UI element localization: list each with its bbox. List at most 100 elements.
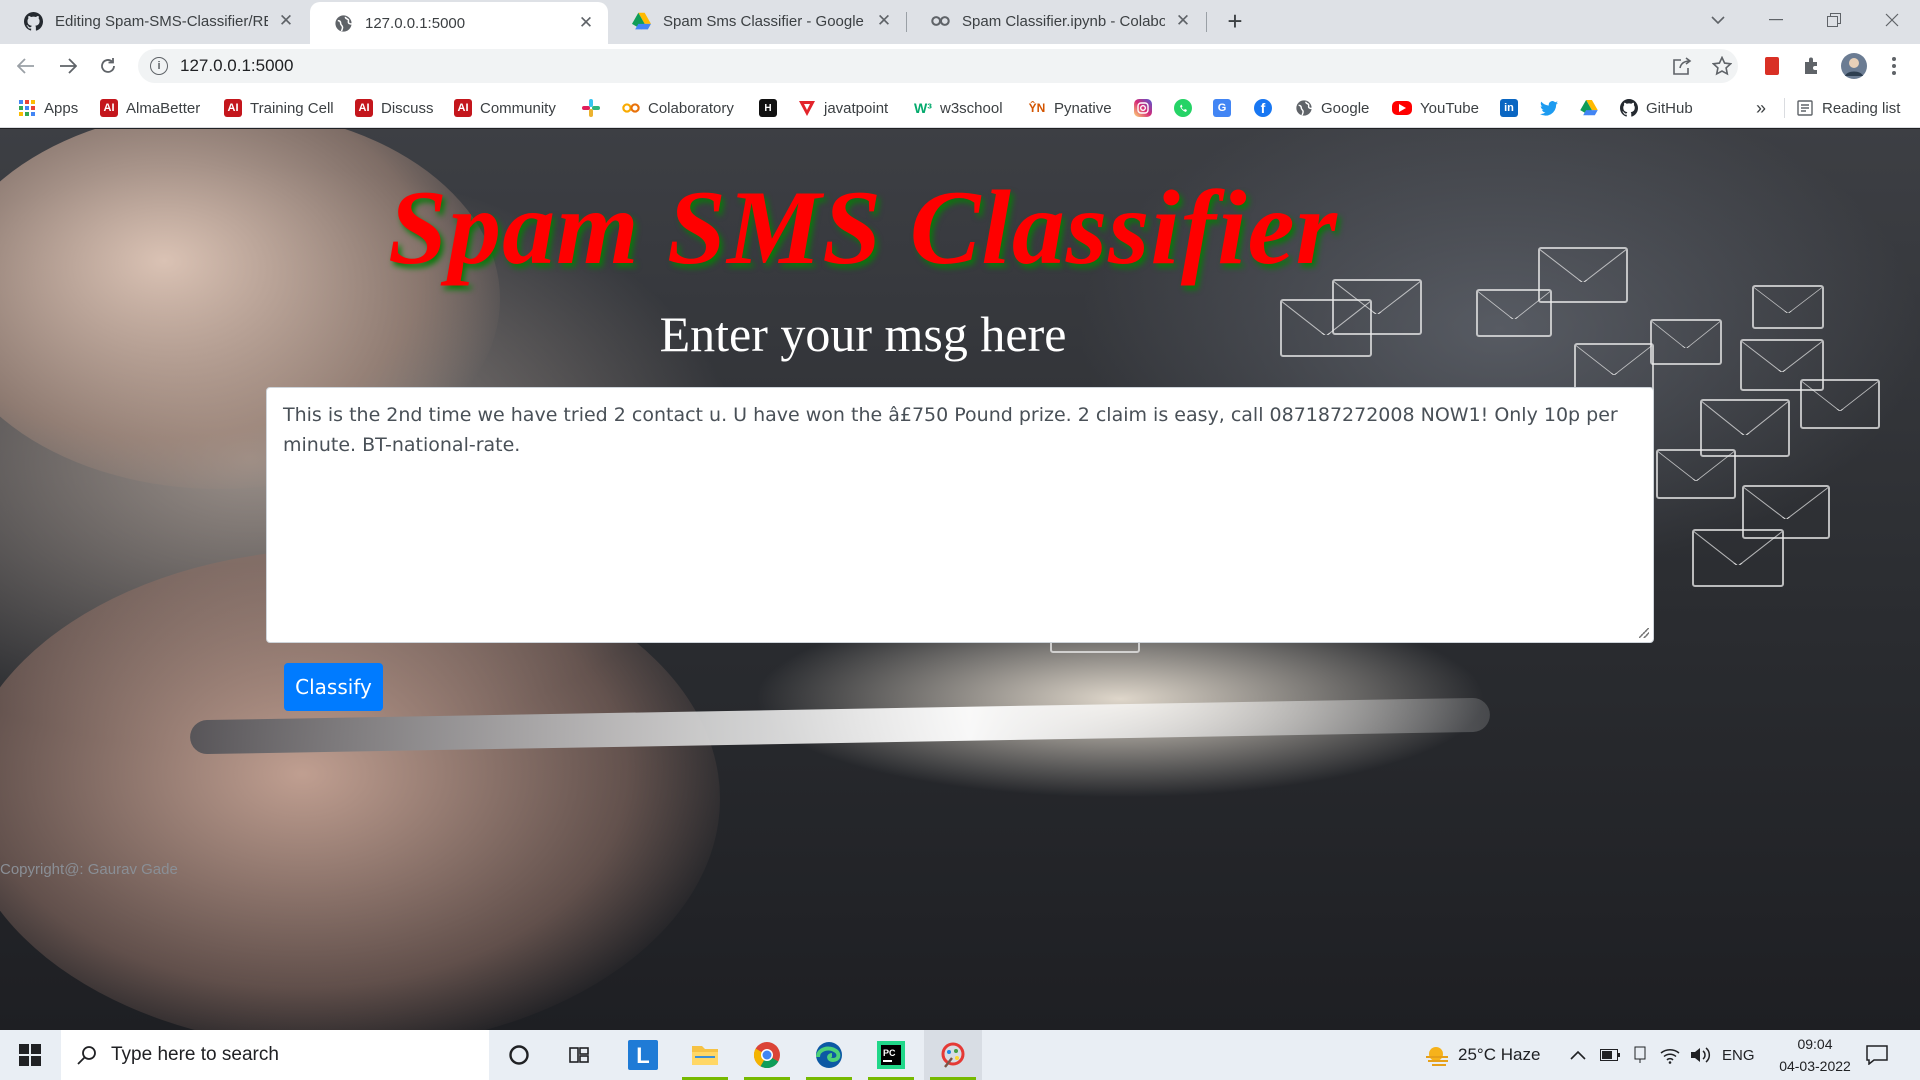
clock-date: 04-03-2022 bbox=[1779, 1058, 1851, 1074]
start-button[interactable] bbox=[0, 1030, 60, 1080]
wifi-icon[interactable] bbox=[1660, 1030, 1680, 1080]
task-view-icon[interactable] bbox=[550, 1030, 608, 1080]
bookmark-translate[interactable]: G bbox=[1213, 96, 1231, 120]
bookmark-label: Apps bbox=[44, 99, 79, 117]
new-tab-button[interactable]: + bbox=[1220, 6, 1250, 36]
share-icon[interactable] bbox=[1670, 54, 1694, 78]
bookmark-pynative[interactable]: ŶN Pynative bbox=[1028, 96, 1112, 120]
volume-icon[interactable] bbox=[1690, 1030, 1712, 1080]
bookmarks-divider bbox=[1784, 98, 1785, 118]
chrome-icon[interactable] bbox=[738, 1030, 796, 1080]
extensions-puzzle-icon[interactable] bbox=[1800, 54, 1824, 78]
tab-title: Editing Spam-SMS-Classifier/README.md bbox=[55, 12, 268, 30]
page-title: Spam SMS Classifier bbox=[388, 169, 1338, 286]
github-icon bbox=[24, 11, 43, 31]
action-center-icon[interactable] bbox=[1866, 1030, 1888, 1080]
message-textarea[interactable]: This is the 2nd time we have tried 2 con… bbox=[266, 387, 1654, 643]
bookmark-apps[interactable]: Apps bbox=[18, 96, 78, 120]
tab-title: Spam Classifier.ipynb - Colaboratory bbox=[962, 12, 1165, 30]
bookmark-colaboratory[interactable]: Colaboratory bbox=[622, 96, 734, 120]
svg-text:L: L bbox=[636, 1043, 649, 1068]
resize-handle-icon[interactable] bbox=[1639, 628, 1649, 638]
address-bar[interactable]: i 127.0.0.1:5000 bbox=[138, 49, 1738, 83]
network-adapter-icon[interactable] bbox=[1632, 1030, 1648, 1080]
profile-avatar[interactable] bbox=[1840, 52, 1868, 80]
back-button[interactable] bbox=[12, 52, 40, 80]
bookmark-google[interactable]: Google bbox=[1295, 96, 1369, 120]
bookmarks-overflow-button[interactable]: » bbox=[1756, 96, 1766, 120]
show-hidden-icons-icon[interactable] bbox=[1570, 1030, 1586, 1080]
cortana-icon[interactable] bbox=[490, 1030, 548, 1080]
bookmark-label: Pynative bbox=[1054, 99, 1112, 117]
tab-github-readme[interactable]: Editing Spam-SMS-Classifier/README.md ✕ bbox=[0, 0, 308, 42]
bookmark-community[interactable]: AI Community bbox=[454, 96, 556, 120]
search-icon bbox=[77, 1045, 97, 1065]
bookmark-hackerrank[interactable]: H bbox=[759, 96, 777, 120]
bookmark-google-drive[interactable] bbox=[1580, 96, 1598, 120]
tab-colab[interactable]: Spam Classifier.ipynb - Colaboratory ✕ bbox=[907, 0, 1205, 42]
tab-google-drive[interactable]: Spam Sms Classifier - Google Drive ✕ bbox=[608, 0, 906, 42]
taskbar-search-box[interactable]: Type here to search bbox=[61, 1030, 489, 1080]
twitter-icon bbox=[1540, 99, 1558, 117]
tab-search-icon[interactable] bbox=[1690, 0, 1746, 40]
bookmark-almabetter[interactable]: AI AlmaBetter bbox=[100, 96, 200, 120]
bookmark-label: Training Cell bbox=[250, 99, 334, 117]
bookmark-label: Community bbox=[480, 99, 556, 117]
close-tab-icon[interactable]: ✕ bbox=[1173, 11, 1193, 31]
page-viewport: Spam SMS Classifier Enter your msg here … bbox=[0, 129, 1920, 1030]
almabetter-icon: AI bbox=[224, 99, 242, 117]
weather-text: 25°C Haze bbox=[1458, 1045, 1541, 1064]
bookmark-slack[interactable] bbox=[582, 96, 600, 120]
bookmark-facebook[interactable]: f bbox=[1254, 96, 1272, 120]
reading-list-button[interactable]: Reading list bbox=[1796, 96, 1900, 120]
minimize-button[interactable] bbox=[1748, 0, 1804, 40]
weather-widget[interactable]: 25°C Haze bbox=[1424, 1030, 1540, 1080]
language-indicator[interactable]: ENG bbox=[1722, 1030, 1755, 1080]
bookmark-w3school[interactable]: W³ w3school bbox=[914, 96, 1003, 120]
browser-toolbar: i 127.0.0.1:5000 bbox=[0, 44, 1920, 88]
bookmark-whatsapp[interactable] bbox=[1174, 96, 1192, 120]
extension-red-icon[interactable] bbox=[1760, 54, 1784, 78]
bookmark-linkedin[interactable]: in bbox=[1500, 96, 1518, 120]
close-window-button[interactable] bbox=[1864, 0, 1920, 40]
bookmark-youtube[interactable]: YouTube bbox=[1392, 96, 1479, 120]
message-text: This is the 2nd time we have tried 2 con… bbox=[283, 404, 1618, 456]
bookmark-training-cell[interactable]: AI Training Cell bbox=[224, 96, 334, 120]
battery-icon[interactable] bbox=[1600, 1030, 1620, 1080]
edge-icon[interactable] bbox=[800, 1030, 858, 1080]
almabetter-icon: AI bbox=[100, 99, 118, 117]
file-explorer-icon[interactable] bbox=[676, 1030, 734, 1080]
bookmark-star-icon[interactable] bbox=[1710, 54, 1734, 78]
facebook-icon: f bbox=[1254, 99, 1272, 117]
linkedin-icon: in bbox=[1500, 99, 1518, 117]
weather-haze-icon bbox=[1424, 1044, 1452, 1066]
paint-app-icon[interactable] bbox=[924, 1030, 982, 1080]
bookmark-javatpoint[interactable]: javatpoint bbox=[798, 96, 888, 120]
javatpoint-icon bbox=[798, 99, 816, 117]
bookmarks-bar: Apps AI AlmaBetter AI Training Cell AI D… bbox=[0, 88, 1920, 128]
system-clock[interactable]: 09:04 04-03-2022 bbox=[1760, 1033, 1870, 1077]
forward-button[interactable] bbox=[54, 52, 82, 80]
reading-list-icon bbox=[1796, 99, 1814, 117]
bookmark-label: GitHub bbox=[1646, 99, 1693, 117]
pynative-icon: ŶN bbox=[1028, 101, 1046, 115]
menu-kebab-icon[interactable] bbox=[1882, 54, 1906, 78]
bookmark-github[interactable]: GitHub bbox=[1620, 96, 1693, 120]
close-tab-icon[interactable]: ✕ bbox=[276, 11, 296, 31]
restore-button[interactable] bbox=[1806, 0, 1862, 40]
close-tab-icon[interactable]: ✕ bbox=[576, 13, 596, 33]
envelope-decoration bbox=[1752, 285, 1824, 329]
tab-title: 127.0.0.1:5000 bbox=[365, 14, 466, 32]
pycharm-icon[interactable]: PC bbox=[862, 1030, 920, 1080]
l-app-icon[interactable]: L bbox=[614, 1030, 672, 1080]
bookmark-instagram[interactable] bbox=[1134, 96, 1152, 120]
bookmark-discuss[interactable]: AI Discuss bbox=[355, 96, 434, 120]
tab-localhost[interactable]: 127.0.0.1:5000 ✕ bbox=[310, 2, 608, 44]
site-info-icon[interactable]: i bbox=[150, 57, 168, 75]
close-tab-icon[interactable]: ✕ bbox=[874, 11, 894, 31]
reload-button[interactable] bbox=[94, 52, 122, 80]
classify-button[interactable]: Classify bbox=[284, 663, 383, 711]
bookmark-label: YouTube bbox=[1420, 99, 1479, 117]
bookmark-twitter[interactable] bbox=[1540, 96, 1558, 120]
google-drive-icon bbox=[1580, 99, 1598, 117]
